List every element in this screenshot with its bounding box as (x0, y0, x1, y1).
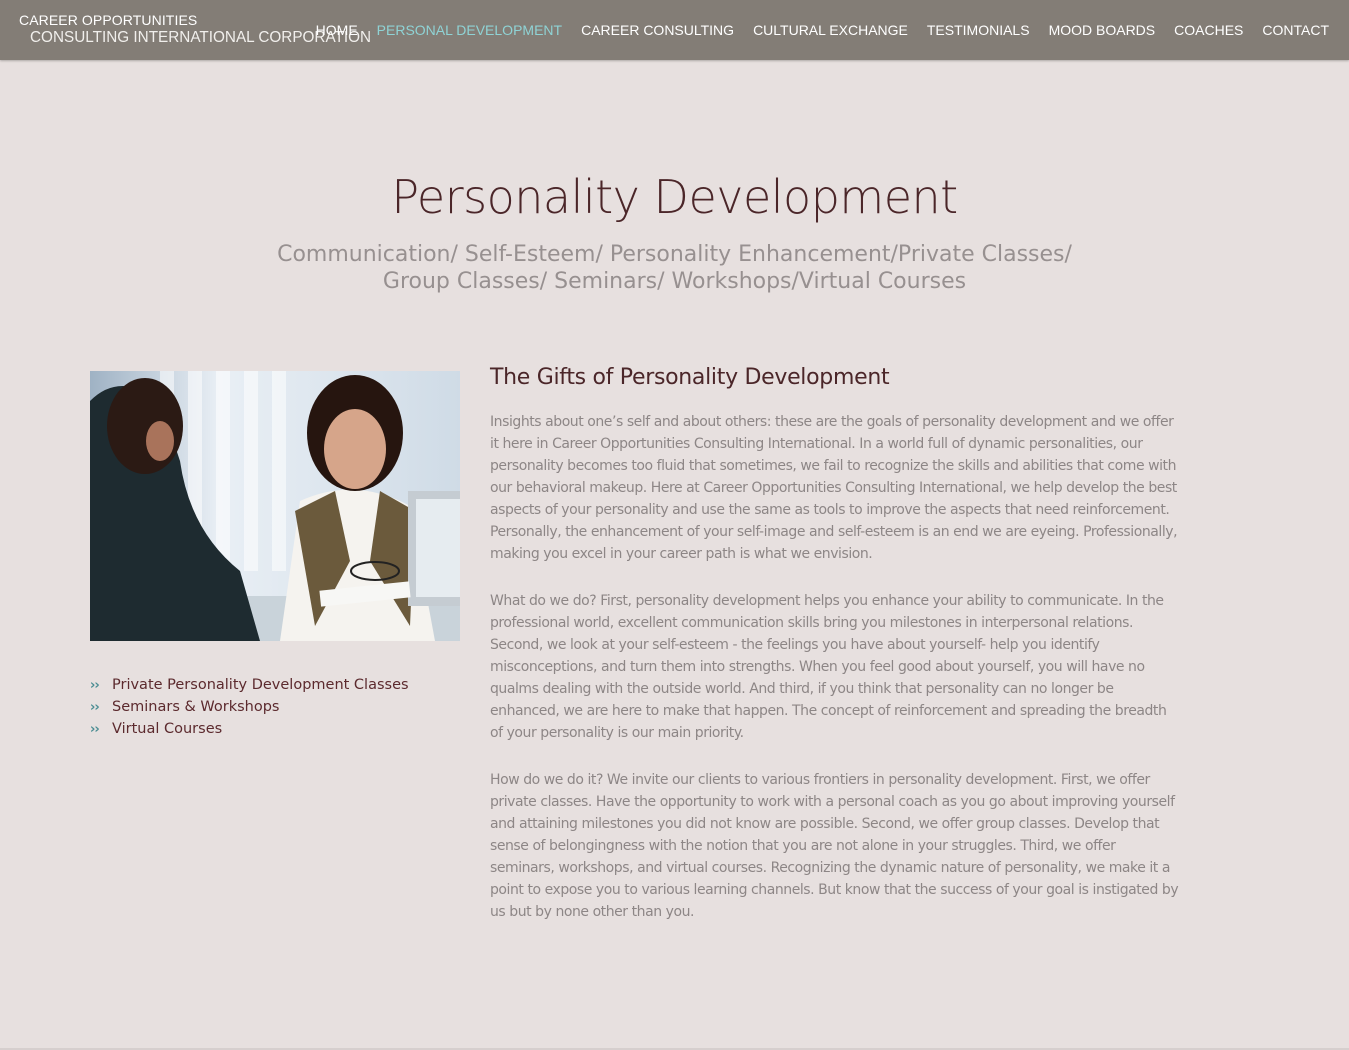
consultation-photo (90, 371, 460, 641)
nav-career-consulting[interactable]: CAREER CONSULTING (581, 20, 734, 40)
link-seminars-workshops[interactable]: Seminars & Workshops (112, 699, 280, 715)
subtitle-line-2: Group Classes/ Seminars/ Workshops/Virtu… (382, 269, 967, 294)
page-subtitle: Communication/ Self-Esteem/ Personality … (0, 241, 1349, 295)
nav-personal-development[interactable]: PERSONAL DEVELOPMENT (377, 20, 562, 40)
article-heading: The Gifts of Personality Development (490, 365, 890, 390)
page-title: Personality Development (391, 170, 958, 224)
list-item: ›› Seminars & Workshops (90, 696, 409, 718)
main-nav: HOME PERSONAL DEVELOPMENT CAREER CONSULT… (316, 20, 1329, 40)
site-header: CAREER OPPORTUNITIES CONSULTING INTERNAT… (0, 0, 1349, 60)
list-item: ›› Virtual Courses (90, 718, 409, 740)
link-virtual-courses[interactable]: Virtual Courses (112, 721, 222, 737)
chevron-right-icon: ›› (90, 721, 100, 737)
nav-contact[interactable]: CONTACT (1262, 20, 1329, 40)
nav-testimonials[interactable]: TESTIMONIALS (927, 20, 1030, 40)
article-paragraph: Insights about one’s self and about othe… (490, 414, 1178, 562)
list-item: ›› Private Personality Development Class… (90, 674, 409, 696)
chevron-right-icon: ›› (90, 699, 100, 715)
link-private-classes[interactable]: Private Personality Development Classes (112, 677, 409, 693)
service-links: ›› Private Personality Development Class… (90, 674, 409, 740)
article-paragraph: How do we do it? We invite our clients t… (490, 772, 1179, 920)
article: The Gifts of Personality Development Ins… (490, 365, 1180, 948)
article-paragraph: What do we do? First, personality develo… (490, 593, 1167, 741)
subtitle-line-1: Communication/ Self-Esteem/ Personality … (277, 242, 1072, 267)
nav-mood-boards[interactable]: MOOD BOARDS (1049, 20, 1156, 40)
nav-coaches[interactable]: COACHES (1174, 20, 1243, 40)
nav-cultural-exchange[interactable]: CULTURAL EXCHANGE (753, 20, 908, 40)
nav-home[interactable]: HOME (316, 20, 358, 40)
chevron-right-icon: ›› (90, 677, 100, 693)
